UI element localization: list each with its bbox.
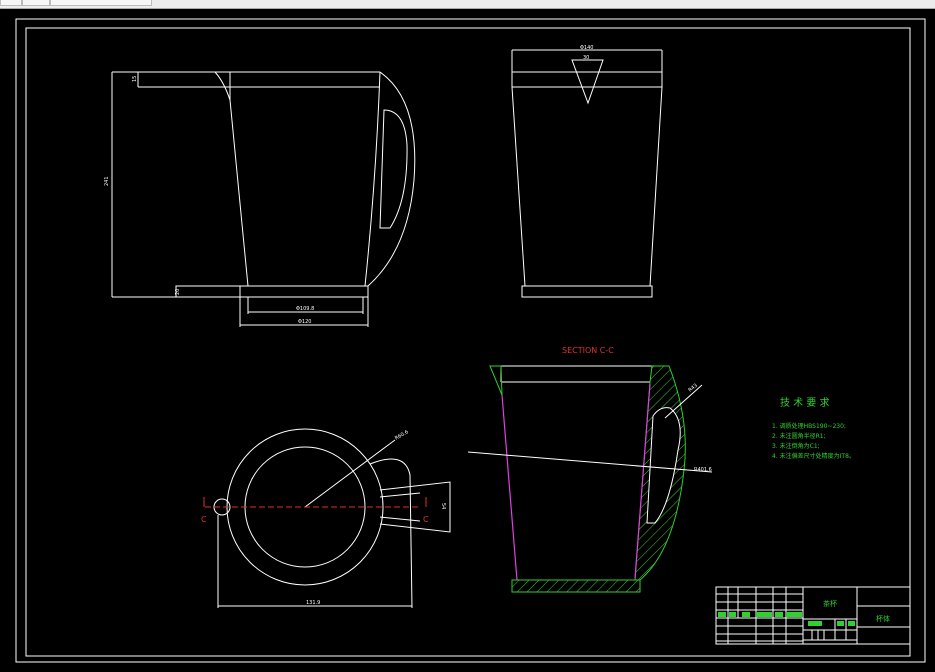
technical-requirements: 技 术 要 求 1. 调质处理HBS190~230; 2. 未注圆角半径R1; … <box>772 396 855 460</box>
dim-top-view-width: 131.9 <box>306 600 320 606</box>
section-marker-right: C <box>423 515 429 524</box>
drawing-name: 茶杯 <box>823 599 837 608</box>
dim-section-handle: R43 <box>687 383 698 394</box>
toolbar-tab[interactable] <box>0 0 22 6</box>
toolbar-tab[interactable] <box>22 0 50 6</box>
title-block: 茶杯 杯体 <box>715 586 911 645</box>
tech-item: 4. 未注偏差尺寸处精度为IT8。 <box>772 452 855 460</box>
dim-section-radius: R401.6 <box>694 467 712 473</box>
section-title: SECTION C-C <box>562 346 614 355</box>
dim-top-width: Φ140 <box>580 45 593 51</box>
dim-base-inner: Φ109.8 <box>296 306 314 312</box>
dim-base-outer: Φ120 <box>298 319 311 325</box>
toolbar-strip <box>0 0 935 9</box>
tech-item: 2. 未注圆角半径R1; <box>772 432 826 440</box>
top-view: C C R60.6 54 131.9 <box>201 428 451 609</box>
front-view: 241 15 20 Φ109.8 Φ120 <box>104 71 416 327</box>
section-marker-left: C <box>201 515 207 524</box>
toolbar-tab[interactable] <box>50 0 152 6</box>
dim-rim: 15 <box>132 76 138 82</box>
tech-item: 1. 调质处理HBS190~230; <box>772 422 846 430</box>
dim-height: 241 <box>104 176 110 186</box>
dim-top-radius: R60.6 <box>394 429 410 442</box>
dim-spout: 30 <box>583 55 589 61</box>
side-view: Φ140 30 <box>511 45 663 298</box>
dim-handle: 54 <box>440 503 446 509</box>
part-name: 杯体 <box>876 614 890 623</box>
tech-item: 3. 未注倒角为C1; <box>772 442 820 450</box>
cad-drawing-canvas[interactable]: 241 15 20 Φ109.8 Φ120 Φ140 30 C C R60.6 <box>0 9 935 672</box>
inner-frame <box>25 27 911 657</box>
section-view: SECTION C-C R43 R401.6 <box>467 346 713 593</box>
tech-title: 技 术 要 求 <box>780 396 830 409</box>
outer-frame <box>15 18 926 663</box>
dim-base: 20 <box>175 289 181 295</box>
